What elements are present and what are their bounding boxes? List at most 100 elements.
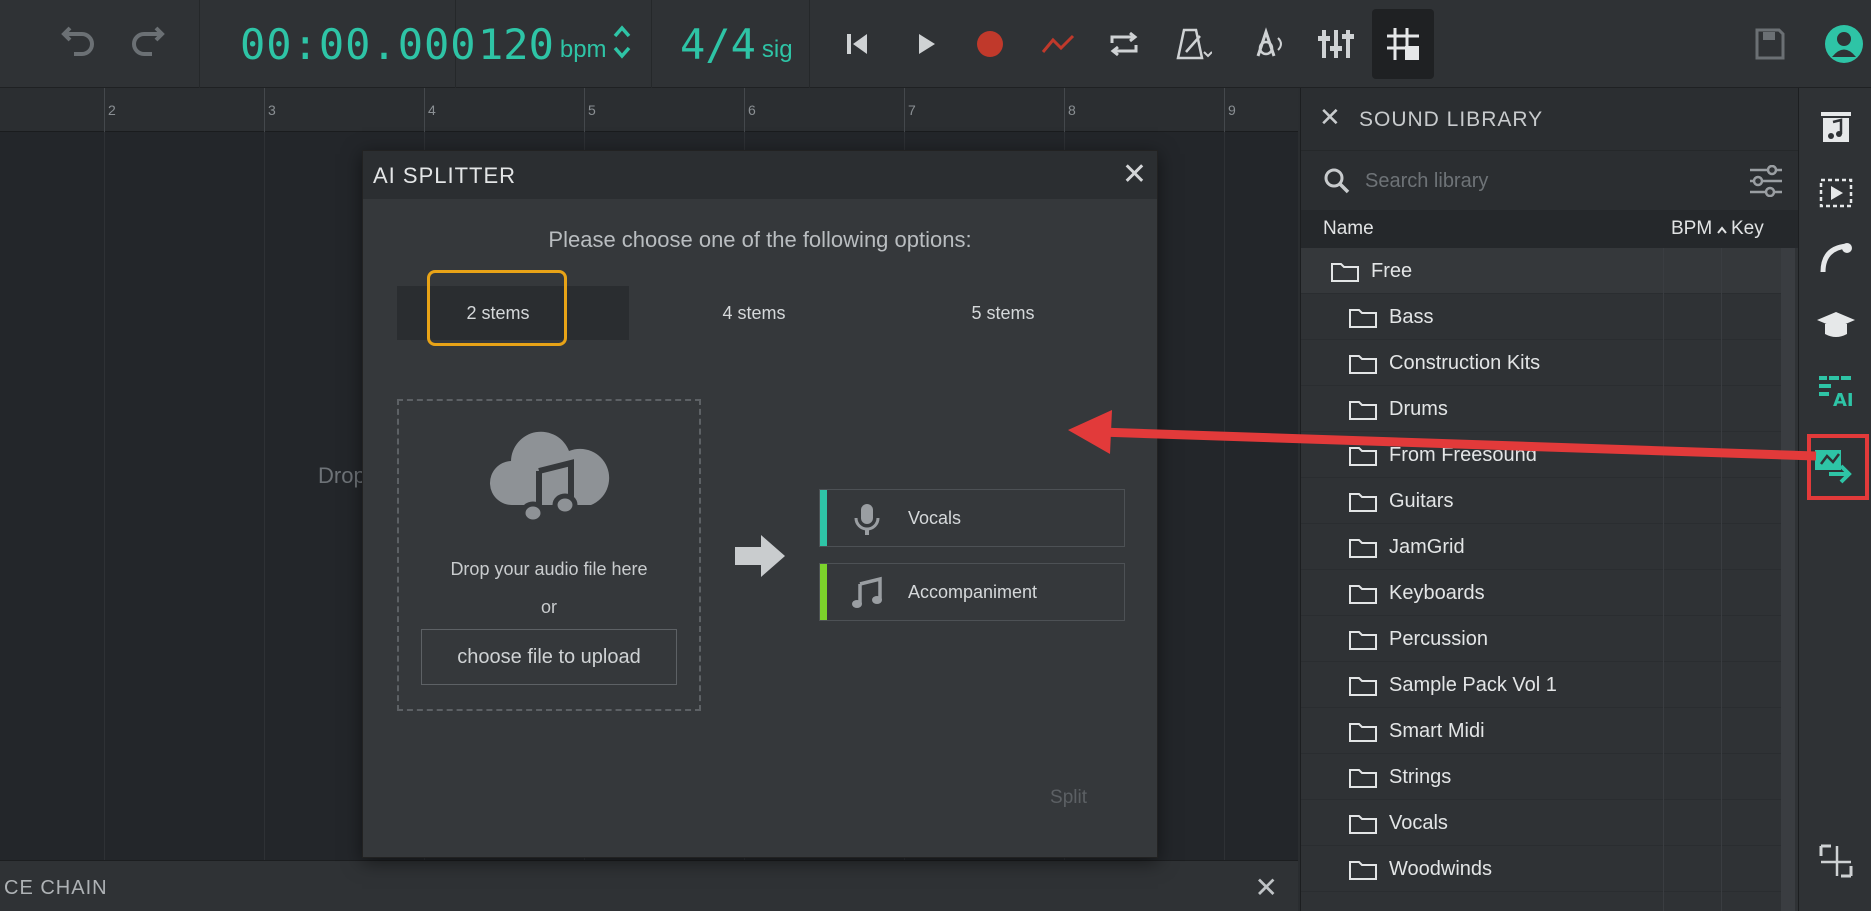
bar-number: 4: [428, 102, 436, 118]
folder-icon: [1349, 768, 1377, 788]
column-divider: [1721, 248, 1722, 911]
list-item[interactable]: Strings: [1301, 754, 1781, 800]
loop-icon[interactable]: [1102, 22, 1146, 66]
folder-icon: [1349, 630, 1377, 650]
folder-icon: [1331, 262, 1359, 282]
bpm-stepper-icon[interactable]: [613, 22, 631, 67]
redo-icon[interactable]: [128, 20, 166, 69]
stem-option-4[interactable]: 4 stems: [629, 286, 879, 340]
close-icon[interactable]: ✕: [1255, 871, 1278, 904]
bar-marker: [104, 88, 105, 132]
folder-label: Vocals: [1389, 812, 1448, 834]
stem-option-2[interactable]: 2 stems: [397, 270, 629, 346]
save-icon[interactable]: [1748, 22, 1792, 66]
mixer-icon[interactable]: [1314, 22, 1358, 66]
list-item[interactable]: Keyboards: [1301, 570, 1781, 616]
microphone-icon: [850, 502, 884, 536]
folder-label: JamGrid: [1389, 536, 1465, 558]
ai-tools-icon[interactable]: AI: [1815, 370, 1857, 412]
folder-label: Construction Kits: [1389, 352, 1541, 374]
automation-icon[interactable]: [1036, 22, 1080, 66]
column-name[interactable]: Name: [1323, 218, 1374, 240]
folder-label: Smart Midi: [1389, 720, 1485, 742]
folder-label: Bass: [1389, 306, 1434, 328]
time-display: 00:00.000: [200, 0, 476, 88]
folder-icon: [1349, 860, 1377, 880]
folder-label: Strings: [1389, 766, 1452, 788]
tuner-icon[interactable]: [1246, 22, 1290, 66]
stem-option-label: 5 stems: [971, 302, 1035, 323]
list-item[interactable]: Guitars: [1301, 478, 1781, 524]
list-item[interactable]: Percussion: [1301, 616, 1781, 662]
folder-icon: [1349, 446, 1377, 466]
sig-label: sig: [761, 36, 793, 63]
time-signature[interactable]: 4/4 sig: [652, 0, 810, 88]
folder-label: Percussion: [1389, 628, 1488, 650]
list-item[interactable]: JamGrid: [1301, 524, 1781, 570]
column-bpm[interactable]: BPM: [1671, 218, 1712, 240]
bar-number: 3: [268, 102, 276, 118]
close-icon[interactable]: ✕: [1122, 157, 1147, 192]
expand-panel-icon[interactable]: [1815, 840, 1857, 882]
folder-label: From Freesound: [1389, 444, 1537, 466]
user-avatar-icon[interactable]: [1822, 22, 1866, 66]
fx-chain-panel: CE CHAIN ✕: [0, 860, 1298, 911]
dialog-header: AI SPLITTER ✕: [363, 151, 1157, 199]
audio-dropzone[interactable]: Drop your audio file here or choose file…: [397, 399, 701, 711]
skip-to-start-icon[interactable]: [836, 22, 880, 66]
folder-label: Free: [1371, 260, 1413, 282]
grid-line: [104, 132, 105, 860]
folder-icon: [1349, 354, 1377, 374]
split-button[interactable]: Split: [1050, 787, 1087, 809]
output-accompaniment: Accompaniment: [819, 563, 1125, 621]
list-item[interactable]: Sample Pack Vol 1: [1301, 662, 1781, 708]
close-icon[interactable]: ✕: [1319, 102, 1341, 133]
stem-option-label: 2 stems: [466, 302, 530, 323]
ai-splitter-dialog: AI SPLITTER ✕ Please choose one of the f…: [362, 150, 1158, 858]
metronome-icon[interactable]: [1170, 22, 1214, 66]
filter-sliders-icon[interactable]: [1748, 164, 1784, 198]
bar-marker: [1064, 88, 1065, 132]
list-item[interactable]: Woodwinds: [1301, 846, 1781, 892]
sort-ascending-icon: [1717, 222, 1727, 240]
sig-value[interactable]: 4/4: [680, 20, 756, 69]
timeline-ruler[interactable]: 2 3 4 5 6 7 8 9: [0, 88, 1298, 132]
stem-option-label: 4 stems: [722, 302, 786, 323]
library-column-headers: Name BPM Key: [1301, 210, 1798, 248]
folder-label: Drums: [1389, 398, 1448, 420]
bpm-value[interactable]: 120: [478, 20, 554, 69]
bar-number: 7: [908, 102, 916, 118]
column-key[interactable]: Key: [1731, 218, 1764, 240]
list-item[interactable]: Bass: [1301, 294, 1781, 340]
instruments-icon[interactable]: [1815, 238, 1857, 280]
record-icon[interactable]: [968, 22, 1012, 66]
library-scrollbar[interactable]: [1781, 248, 1795, 911]
ai-splitter-icon[interactable]: [1811, 444, 1853, 486]
list-item[interactable]: Free: [1301, 248, 1781, 294]
undo-icon[interactable]: [60, 20, 98, 69]
folder-label: Woodwinds: [1389, 858, 1493, 880]
list-item[interactable]: From Freesound: [1301, 432, 1781, 478]
loop-browser-icon[interactable]: [1815, 172, 1857, 214]
learn-icon[interactable]: [1815, 304, 1857, 346]
fx-chain-title: CE CHAIN: [4, 877, 108, 899]
column-divider: [1663, 248, 1664, 911]
options-prompt: Please choose one of the following optio…: [548, 227, 972, 252]
upload-file-button[interactable]: choose file to upload: [421, 629, 677, 685]
search-input[interactable]: [1365, 165, 1705, 197]
bpm-label: bpm: [559, 36, 607, 63]
library-title: SOUND LIBRARY: [1359, 108, 1544, 131]
top-toolbar: 00:00.000 120 bpm 4/4 sig: [0, 0, 1871, 88]
list-item[interactable]: Smart Midi: [1301, 708, 1781, 754]
accompaniment-color-bar: [820, 564, 827, 620]
play-icon[interactable]: [904, 22, 948, 66]
folder-label: Guitars: [1389, 490, 1454, 512]
bar-number: 2: [108, 102, 116, 118]
snap-grid-icon[interactable]: [1372, 9, 1434, 79]
list-item[interactable]: Vocals: [1301, 800, 1781, 846]
tempo-control[interactable]: 120 bpm: [456, 0, 652, 88]
sound-library-icon[interactable]: [1815, 106, 1857, 148]
list-item[interactable]: Drums: [1301, 386, 1781, 432]
stem-option-5[interactable]: 5 stems: [879, 286, 1127, 340]
list-item[interactable]: Construction Kits: [1301, 340, 1781, 386]
